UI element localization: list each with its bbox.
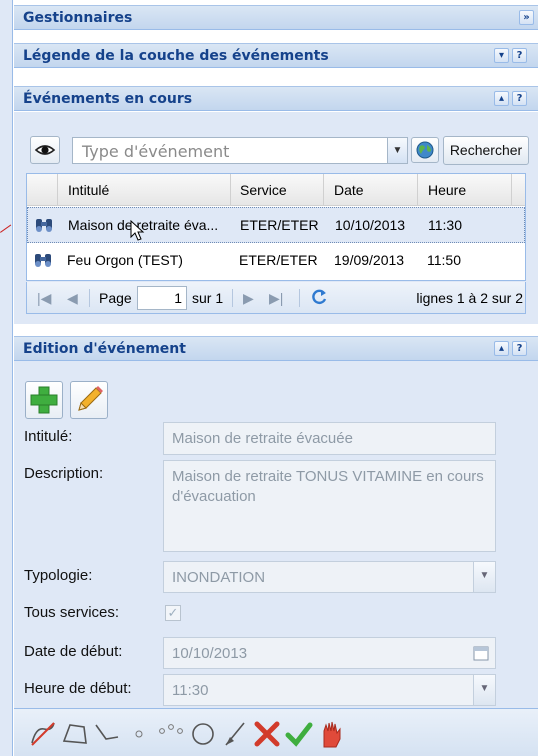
freehand-icon[interactable] — [28, 719, 58, 749]
first-page-icon[interactable]: |◀ — [37, 290, 51, 307]
next-page-icon[interactable]: ▶ — [243, 290, 254, 307]
evenements-header[interactable]: Événements en cours ▴ ? — [14, 86, 538, 111]
events-grid: Intitulé Service Date Heure Maison de re… — [26, 173, 526, 281]
map-filter-button[interactable] — [411, 137, 439, 163]
table-row[interactable]: Feu Orgon (TEST) ETER/ETER 19/09/2013 11… — [27, 243, 525, 279]
circle-icon[interactable] — [188, 719, 218, 749]
chevron-down-icon[interactable]: ▼ — [473, 675, 495, 705]
event-type-combo[interactable]: Type d'événement ▼ — [72, 137, 408, 164]
point-icon[interactable] — [124, 719, 154, 749]
heure-debut-select[interactable]: 11:30 ▼ — [163, 674, 496, 706]
row-heure: 11:50 — [427, 252, 461, 268]
grid-header: Intitulé Service Date Heure — [27, 174, 525, 206]
evenements-title: Événements en cours — [23, 91, 193, 107]
divider — [89, 289, 90, 307]
divider — [299, 289, 300, 307]
legende-header[interactable]: Légende de la couche des événements ▾ ? — [14, 43, 538, 68]
edition-header[interactable]: Edition d'événement ▴ ? — [14, 336, 538, 361]
calendar-icon[interactable] — [473, 645, 489, 661]
typologie-label: Typologie: — [24, 567, 93, 584]
mouse-cursor-icon — [130, 220, 145, 241]
paging-summary: lignes 1 à 2 sur 2 — [416, 290, 523, 306]
line-icon[interactable] — [92, 719, 122, 749]
tous-services-checkbox[interactable]: ✓ — [165, 605, 181, 621]
globe-icon — [416, 141, 434, 159]
description-field[interactable]: Maison de retraite TONUS VITAMINE en cou… — [163, 460, 496, 552]
binoculars-icon — [35, 254, 51, 267]
gestionnaires-title: Gestionnaires — [23, 10, 133, 26]
delete-icon[interactable] — [252, 719, 282, 749]
help-edition-button[interactable]: ? — [512, 341, 527, 356]
validate-icon[interactable] — [284, 719, 314, 749]
pencil-icon — [78, 386, 103, 411]
page-number-input[interactable]: 1 — [137, 286, 187, 310]
eye-icon — [34, 145, 56, 155]
date-debut-field[interactable]: 10/10/2013 — [163, 637, 496, 669]
typologie-select[interactable]: INONDATION ▼ — [163, 561, 496, 593]
column-divider — [323, 174, 324, 206]
row-date: 10/10/2013 — [335, 217, 406, 233]
chevron-down-icon[interactable]: ▼ — [473, 562, 495, 592]
row-service: ETER/ETER — [240, 217, 319, 233]
curve-icon[interactable] — [220, 719, 250, 749]
column-divider — [57, 174, 58, 206]
pointer-line — [0, 224, 12, 233]
plus-icon — [30, 386, 58, 414]
chevron-down-icon[interactable]: ▼ — [387, 138, 407, 163]
expand-legende-button[interactable]: ▾ — [494, 48, 509, 63]
left-collapsed-region — [0, 0, 13, 756]
date-debut-label: Date de début: — [24, 643, 123, 660]
stop-hand-icon[interactable] — [316, 719, 346, 749]
divider — [232, 289, 233, 307]
expand-right-button[interactable]: » — [519, 10, 534, 25]
row-date: 19/09/2013 — [334, 252, 405, 268]
date-debut-value: 10/10/2013 — [172, 645, 248, 662]
refresh-icon[interactable] — [309, 287, 329, 307]
add-event-button[interactable] — [25, 381, 63, 419]
prev-page-icon[interactable]: ◀ — [67, 290, 78, 307]
row-intitule: Feu Orgon (TEST) — [67, 252, 183, 268]
page-of-label: sur 1 — [192, 290, 224, 306]
column-service[interactable]: Service — [240, 182, 287, 198]
multipoint-icon[interactable] — [156, 719, 186, 749]
description-label: Description: — [24, 465, 104, 482]
column-date[interactable]: Date — [334, 182, 364, 198]
last-page-icon[interactable]: ▶| — [269, 290, 283, 307]
edit-event-button[interactable] — [70, 381, 108, 419]
typologie-value: INONDATION — [172, 569, 266, 586]
drawing-toolbar — [14, 708, 538, 756]
heure-debut-value: 11:30 — [172, 682, 209, 699]
collapse-edition-button[interactable]: ▴ — [494, 341, 509, 356]
binoculars-icon — [36, 219, 52, 232]
rechercher-button[interactable]: Rechercher — [443, 136, 529, 165]
column-intitule[interactable]: Intitulé — [68, 182, 109, 198]
help-evenements-button[interactable]: ? — [512, 91, 527, 106]
column-heure[interactable]: Heure — [428, 182, 466, 198]
edition-title: Edition d'événement — [23, 341, 186, 357]
polygon-icon[interactable] — [60, 719, 90, 749]
column-divider — [511, 174, 512, 206]
legende-title: Légende de la couche des événements — [23, 48, 329, 64]
heure-debut-label: Heure de début: — [24, 680, 132, 697]
column-divider — [230, 174, 231, 206]
collapse-evenements-button[interactable]: ▴ — [494, 91, 509, 106]
table-row[interactable]: Maison de retraite éva... ETER/ETER 10/1… — [27, 207, 525, 243]
intitule-field[interactable]: Maison de retraite évacuée — [163, 422, 496, 455]
event-type-placeholder: Type d'événement — [82, 142, 230, 161]
help-legende-button[interactable]: ? — [512, 48, 527, 63]
gestionnaires-header[interactable]: Gestionnaires » — [14, 5, 538, 30]
paging-toolbar: |◀ ◀ Page 1 sur 1 ▶ ▶| lignes 1 à 2 sur … — [26, 282, 526, 314]
intitule-label: Intitulé: — [24, 428, 73, 445]
row-service: ETER/ETER — [239, 252, 318, 268]
page-label: Page — [99, 290, 132, 306]
tous-services-label: Tous services: — [24, 604, 120, 621]
visibility-toggle-button[interactable] — [30, 136, 60, 164]
row-heure: 11:30 — [428, 217, 462, 233]
column-divider — [417, 174, 418, 206]
